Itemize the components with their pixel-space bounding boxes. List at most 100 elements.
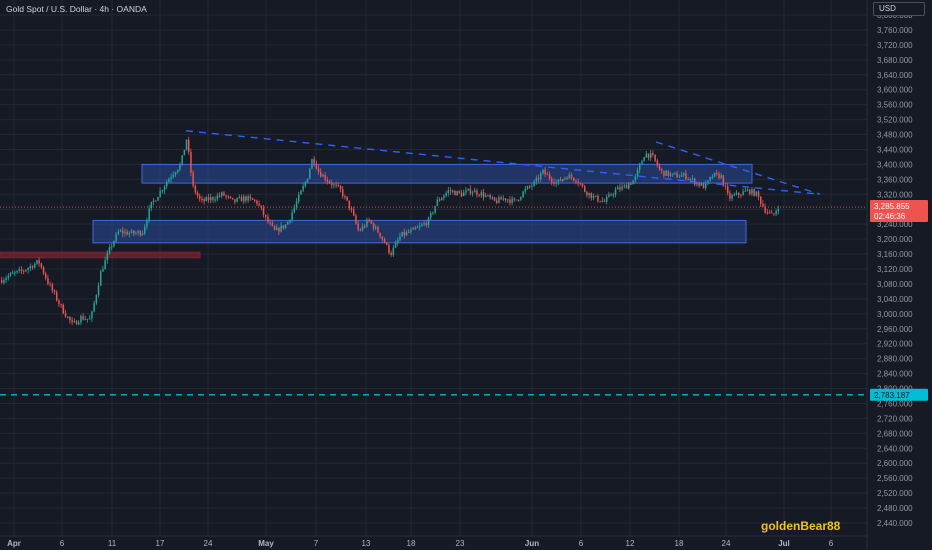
candle-body <box>119 230 122 232</box>
candle-body <box>108 247 111 254</box>
candle-body <box>588 192 590 196</box>
candle-body <box>331 183 333 186</box>
candle-body <box>619 187 621 190</box>
candle-body <box>597 195 599 202</box>
candle-body <box>724 185 727 187</box>
candle-body <box>456 191 458 196</box>
descending-trendline[interactable] <box>185 130 821 195</box>
candle-body <box>738 192 740 196</box>
candle-body <box>452 190 454 192</box>
candle-body <box>674 173 676 175</box>
candle-body <box>397 240 399 243</box>
candle-body <box>295 201 298 208</box>
candle-body <box>595 195 597 197</box>
candle-body <box>251 198 254 200</box>
time-tick-label: 24 <box>722 539 731 548</box>
price-chart[interactable]: 3,800.0003,760.0003,720.0003,680.0003,64… <box>0 0 932 550</box>
candle-body <box>628 183 630 189</box>
candle-body <box>97 285 100 295</box>
candle-body <box>623 185 626 187</box>
price-axis[interactable]: 3,800.0003,760.0003,720.0003,680.0003,64… <box>866 0 928 550</box>
candle-body <box>324 174 326 180</box>
price-tick-label: 3,640.000 <box>877 71 913 80</box>
candle-body <box>370 220 373 224</box>
candle-body <box>159 190 161 198</box>
red-zone[interactable] <box>0 251 201 259</box>
price-tick-label: 2,840.000 <box>877 370 913 379</box>
candle-body <box>232 197 234 200</box>
currency-selector[interactable]: USD <box>873 2 925 16</box>
candle-body <box>487 195 489 197</box>
candle-body <box>346 196 348 201</box>
candle-body <box>157 197 159 201</box>
price-tick-label: 3,480.000 <box>877 131 913 140</box>
candle-body <box>478 194 480 196</box>
candle-body <box>357 223 359 230</box>
price-tick-label: 2,920.000 <box>877 340 913 349</box>
candle-body <box>735 192 738 195</box>
candle-body <box>223 192 225 196</box>
candle-body <box>617 187 619 190</box>
candle-body <box>291 212 293 220</box>
candle-body <box>366 219 368 227</box>
price-tick-label: 3,080.000 <box>877 280 913 289</box>
candle-body <box>9 272 12 276</box>
time-axis[interactable]: Apr 6 11 17 24 May 7 13 18 23 Jun 6 12 18 24 Jul 6 <box>0 535 867 548</box>
candle-body <box>746 189 749 191</box>
candle-body <box>73 321 76 323</box>
candle-body <box>454 190 456 196</box>
candle-body <box>553 181 555 184</box>
candle-body <box>650 153 652 158</box>
candle-body <box>687 179 689 181</box>
candle-body <box>705 182 707 189</box>
candle-body <box>361 226 364 231</box>
candle-body <box>669 173 672 176</box>
time-tick-label: Jul <box>778 539 790 548</box>
candle-body <box>207 197 210 201</box>
candle-body <box>64 313 67 317</box>
symbol-title[interactable]: Gold Spot / U.S. Dollar · 4h · OANDA <box>6 4 147 14</box>
candle-body <box>196 192 199 196</box>
candle-body <box>474 190 476 193</box>
time-tick-label: 18 <box>675 539 684 548</box>
price-tick-label: 2,600.000 <box>877 459 913 468</box>
candle-body <box>254 199 256 201</box>
candle-body <box>34 263 36 268</box>
price-tick-label: 2,480.000 <box>877 504 913 513</box>
candle-body <box>212 197 214 200</box>
chart-root[interactable]: 3,800.0003,760.0003,720.0003,680.0003,64… <box>0 0 932 550</box>
candle-body <box>199 195 201 199</box>
candle-body <box>610 194 612 196</box>
upper-resistance-zone[interactable] <box>141 163 753 184</box>
candle-body <box>590 192 593 198</box>
candle-body <box>498 197 500 203</box>
candle-body <box>460 192 463 197</box>
candle-body <box>441 198 443 201</box>
candle-body <box>766 212 769 214</box>
candle-body <box>522 191 524 198</box>
candle-body <box>562 179 564 182</box>
price-tick-label: 2,560.000 <box>877 474 913 483</box>
candle-body <box>152 200 155 202</box>
support-price-value: 2,783.187 <box>874 391 910 400</box>
candle-body <box>641 161 643 165</box>
candle-body <box>716 172 718 174</box>
candle-body <box>537 178 540 180</box>
candle-body <box>775 211 777 215</box>
candle-body <box>320 171 322 177</box>
candle-body <box>427 217 430 226</box>
candle-body <box>29 266 32 269</box>
support-price-tag: 2,783.187 <box>870 388 928 401</box>
time-tick-label: Jun <box>525 539 539 548</box>
candle-body <box>51 284 54 291</box>
candle-body <box>760 196 762 204</box>
candle-body <box>278 227 280 232</box>
candle-body <box>262 207 265 216</box>
candle-body <box>205 197 208 202</box>
candle-body <box>229 196 232 198</box>
candle-body <box>381 236 384 240</box>
price-tick-label: 3,440.000 <box>877 145 913 154</box>
candle-body <box>749 189 751 194</box>
price-tick-label: 3,160.000 <box>877 250 913 259</box>
candle-body <box>60 304 62 306</box>
